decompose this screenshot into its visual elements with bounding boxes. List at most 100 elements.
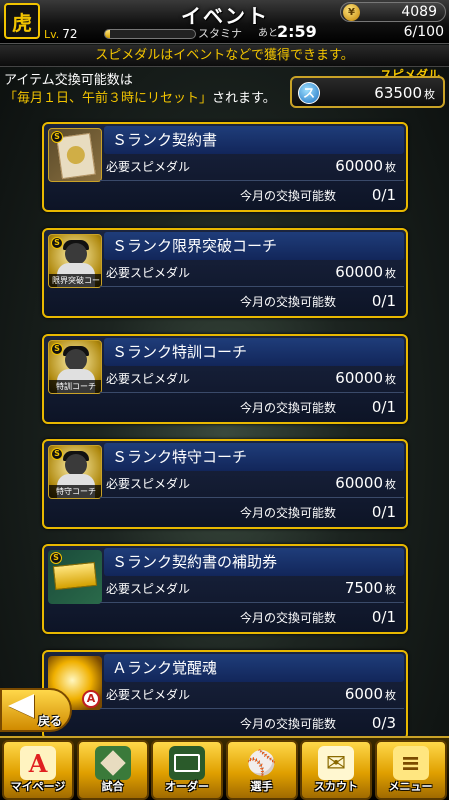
item-name: Ｓランク特訓コーチ <box>104 338 404 366</box>
back-button[interactable]: 戻る <box>0 688 72 732</box>
required-medal-value: 60000 枚 <box>335 262 396 284</box>
stamina-fill <box>105 30 111 38</box>
nav-label: 試合 <box>101 780 124 793</box>
item-card[interactable]: A Ａランク覚醒魂 必要スピメダル 6000 枚今月の交換可能数 0/3 <box>42 650 408 740</box>
thumb-caption: 限界突破コーチ <box>49 274 101 287</box>
required-medal-unit: 枚 <box>385 267 396 280</box>
required-medal-amount: 60000 <box>335 474 383 492</box>
required-medal-value: 60000 枚 <box>335 473 396 495</box>
menu-icon: ≡ <box>392 746 429 780</box>
exchange-limit-value: 0/1 <box>371 398 396 416</box>
card-divider <box>100 497 404 498</box>
player-icon: ⚾ <box>246 749 277 777</box>
rank-s-badge: S <box>51 131 63 143</box>
order-icon <box>169 746 205 780</box>
stamina-label: スタミナ <box>198 27 242 40</box>
required-medal-value: 60000 枚 <box>335 156 396 178</box>
rank-s-badge: S <box>51 448 63 460</box>
nav-label: メニュー <box>388 780 433 793</box>
medal-unit: 枚 <box>424 88 435 101</box>
ticket-icon: S <box>48 550 102 604</box>
rank-s-badge: S <box>51 237 63 249</box>
ticket-shape <box>52 561 98 591</box>
coach-icon: 特守コーチ S <box>48 445 102 499</box>
reset-note: 「毎月１日、午前３時にリセット」 <box>4 91 213 106</box>
medal-icon: ス <box>298 82 320 104</box>
contract-icon: S <box>48 128 102 182</box>
exchange-limit-label: 今月の交換可能数 <box>240 611 337 625</box>
coach-icon: 限界突破コーチ S <box>48 234 102 288</box>
level-value: 72 <box>62 27 78 41</box>
coach-head <box>65 349 87 371</box>
medal-value: 63500 枚 <box>374 84 435 102</box>
notice-banner: スピメダルはイベントなどで獲得できます。 <box>0 45 449 67</box>
stamina-count: 6/100 <box>403 24 444 40</box>
required-medal-label: 必要スピメダル <box>106 688 191 702</box>
thumb-caption: 特訓コーチ <box>49 380 101 393</box>
card-divider <box>100 392 404 393</box>
exchange-limit-label: 今月の交換可能数 <box>240 189 337 203</box>
required-medal-unit: 枚 <box>385 689 396 702</box>
bottom-nav: A マイページ 試合 オーダー ⚾ 選手 ✉ スカウト ≡ メニュー <box>0 736 449 800</box>
card-divider <box>100 602 404 603</box>
nav-item-mypage[interactable]: A マイページ <box>2 740 74 800</box>
info-line-2: 「毎月１日、午前３時にリセット」されます。 <box>4 90 294 108</box>
required-medal-amount: 6000 <box>344 685 383 703</box>
scout-icon: ✉ <box>318 746 354 780</box>
info-line-1: アイテム交換可能数は <box>4 73 133 88</box>
item-name: Ａランク覚醒魂 <box>104 654 404 682</box>
back-arrow-icon <box>8 694 34 718</box>
exchange-info: アイテム交換可能数は 「毎月１日、午前３時にリセット」されます。 <box>4 72 294 108</box>
rank-s-badge: S <box>51 343 63 355</box>
info-line-2-rest: されます。 <box>212 91 276 106</box>
required-medal-label: 必要スピメダル <box>106 160 191 174</box>
required-medal-value: 60000 枚 <box>335 368 396 390</box>
exchange-limit-value: 0/3 <box>371 714 396 732</box>
coach-head <box>65 454 87 476</box>
back-label: 戻る <box>38 714 63 728</box>
coin-icon: ¥ <box>343 4 360 21</box>
nav-label: オーダー <box>165 780 209 793</box>
coin-value: 4089 <box>401 4 437 20</box>
item-card[interactable]: 特訓コーチ S Ｓランク特訓コーチ 必要スピメダル 60000 枚今月の交換可能数 0/1 <box>42 334 408 424</box>
nav-item-scout[interactable]: ✉ スカウト <box>300 740 372 800</box>
thumb-caption: 特守コーチ <box>49 485 101 498</box>
required-medal-value: 7500 枚 <box>345 578 396 600</box>
required-medal-label: 必要スピメダル <box>106 477 191 491</box>
nav-item-menu[interactable]: ≡ メニュー <box>374 740 447 800</box>
required-medal-unit: 枚 <box>385 161 396 174</box>
item-card[interactable]: 限界突破コーチ S Ｓランク限界突破コーチ必要スピメダル 60000枚今月の交換可能数… <box>42 228 408 318</box>
required-medal-amount: 60000 <box>335 369 383 387</box>
item-card[interactable]: S Ｓランク契約書 必要スピメダル 60000 枚今月の交換可能数 0/1 <box>42 122 408 212</box>
stamina-timer: 2:59 <box>277 22 317 41</box>
nav-item-order[interactable]: オーダー <box>151 740 223 800</box>
required-medal-label: 必要スピメダル <box>106 582 191 596</box>
card-divider <box>100 708 404 709</box>
item-name: Ｓランク限界突破コーチ <box>104 232 404 260</box>
exchange-limit-value: 0/1 <box>371 503 396 521</box>
stamina-remaining-label: あと <box>258 28 278 39</box>
exchange-limit-value: 0/1 <box>371 608 396 626</box>
required-medal-unit: 枚 <box>385 583 396 596</box>
team-logo-icon[interactable]: 虎 <box>4 3 40 39</box>
header-bar: 虎 イベント Lv. 72 スタミナ あと 2:59 6/100 ¥ 4089 <box>0 0 449 44</box>
nav-item-field[interactable]: 試合 <box>76 740 149 800</box>
required-medal-label: 必要スピメダル <box>106 266 191 280</box>
item-card[interactable]: 特守コーチ S Ｓランク特守コーチ 必要スピメダル 60000 枚今月の交換可能数 0/1 <box>42 439 408 529</box>
nav-label: 選手 <box>250 780 273 793</box>
level-prefix: Lv. <box>44 28 60 41</box>
rank-s-badge: S <box>50 552 62 564</box>
rank-a-badge: A <box>82 690 100 708</box>
field-icon <box>94 746 131 780</box>
nav-item-player[interactable]: ⚾ 選手 <box>225 740 298 800</box>
exchange-limit-value: 0/1 <box>371 186 396 204</box>
required-medal-amount: 60000 <box>335 263 383 281</box>
required-medal-unit: 枚 <box>385 373 396 386</box>
coin-balance[interactable]: ¥ 4089 <box>340 2 446 22</box>
exchange-limit-value: 0/1 <box>371 292 396 310</box>
level-indicator: Lv. 72 <box>44 26 100 42</box>
exchange-limit-label: 今月の交換可能数 <box>240 506 337 520</box>
item-card[interactable]: S Ｓランク契約書の補助券 必要スピメダル 7500 枚今月の交換可能数 0/1 <box>42 544 408 634</box>
required-medal-amount: 7500 <box>344 579 383 597</box>
exchange-limit-label: 今月の交換可能数 <box>240 295 337 309</box>
